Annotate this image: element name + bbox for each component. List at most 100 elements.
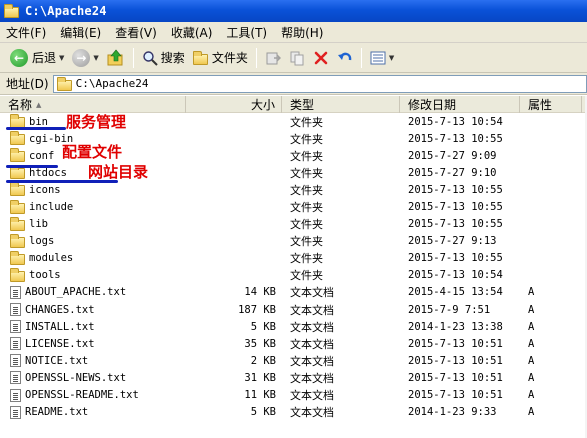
folders-icon <box>192 50 208 65</box>
search-label: 搜索 <box>160 51 185 65</box>
column-type[interactable]: 类型 <box>282 96 400 113</box>
file-row[interactable]: lib 文件夹 2015-7-13 10:55 <box>0 216 587 233</box>
file-name-cell[interactable]: OPENSSL-NEWS.txt <box>0 369 186 386</box>
file-date: 2015-7-13 10:55 <box>408 252 503 265</box>
file-type: 文件夹 <box>290 166 323 180</box>
text-file-icon <box>10 405 21 419</box>
window-title: C:\Apache24 <box>25 4 107 18</box>
folders-button[interactable]: 文件夹 <box>189 46 252 70</box>
menu-edit[interactable]: 编辑(E) <box>60 24 101 41</box>
text-file-icon <box>10 303 21 317</box>
file-row[interactable]: INSTALL.txt 5 KB 文本文档 2014-1-23 13:38 A <box>0 318 587 335</box>
file-date: 2015-7-13 10:54 <box>408 115 503 128</box>
delete-button[interactable] <box>309 46 333 70</box>
file-name: NOTICE.txt <box>25 354 89 367</box>
file-size: 11 KB <box>244 389 276 402</box>
column-attr[interactable]: 属性 <box>520 96 582 113</box>
file-name: ABOUT_APACHE.txt <box>25 286 127 299</box>
file-name: htdocs <box>29 166 67 179</box>
file-row[interactable]: CHANGES.txt 187 KB 文本文档 2015-7-9 7:51 A <box>0 301 587 318</box>
file-row[interactable]: LICENSE.txt 35 KB 文本文档 2015-7-13 10:51 A <box>0 335 587 352</box>
address-input[interactable]: C:\Apache24 <box>52 74 587 93</box>
annotation-bin: 服务管理 <box>66 113 127 131</box>
file-row[interactable]: ABOUT_APACHE.txt 14 KB 文本文档 2015-4-15 13:54… <box>0 284 587 301</box>
file-name: OPENSSL-NEWS.txt <box>25 371 127 384</box>
file-size <box>186 164 282 181</box>
file-name-cell[interactable]: icons <box>0 181 186 198</box>
folder-icon <box>10 131 25 146</box>
column-date[interactable]: 修改日期 <box>400 96 520 113</box>
file-size <box>186 130 282 147</box>
file-type: 文本文档 <box>290 406 334 420</box>
file-name-cell[interactable]: LICENSE.txt <box>0 335 186 352</box>
text-file-icon <box>10 354 21 368</box>
copy-to-button[interactable] <box>285 46 309 70</box>
file-row[interactable]: logs 文件夹 2015-7-27 9:13 <box>0 233 587 250</box>
file-attr <box>520 216 582 233</box>
file-name-cell[interactable]: include <box>0 198 186 215</box>
address-value: C:\Apache24 <box>75 77 149 90</box>
file-name: bin <box>29 115 48 128</box>
file-type: 文本文档 <box>290 337 334 351</box>
file-date: 2014-1-23 13:38 <box>408 320 503 333</box>
file-attr: A <box>528 389 535 402</box>
folder-icon <box>10 148 25 163</box>
file-row[interactable]: README.txt 5 KB 文本文档 2014-1-23 9:33 A <box>0 404 587 421</box>
move-to-button[interactable] <box>261 46 285 70</box>
file-size <box>186 216 282 233</box>
file-row[interactable]: OPENSSL-README.txt 11 KB 文本文档 2015-7-13 10:… <box>0 387 587 404</box>
file-date: 2014-1-23 9:33 <box>408 406 497 419</box>
file-type: 文件夹 <box>290 235 323 249</box>
folder-icon <box>10 165 25 180</box>
forward-button[interactable]: → ▼ <box>68 46 102 70</box>
file-row[interactable]: OPENSSL-NEWS.txt 31 KB 文本文档 2015-7-13 10:51… <box>0 369 587 386</box>
file-size <box>186 113 282 130</box>
back-button[interactable]: ← 后退 ▼ <box>6 46 68 70</box>
file-row[interactable]: NOTICE.txt 2 KB 文本文档 2015-7-13 10:51 A <box>0 352 587 369</box>
file-name-cell[interactable]: INSTALL.txt <box>0 318 186 335</box>
folder-icon <box>10 216 25 231</box>
file-type: 文本文档 <box>290 320 334 334</box>
toolbar-separator <box>132 47 134 68</box>
undo-button[interactable] <box>333 46 357 70</box>
file-name-cell[interactable]: modules <box>0 250 186 267</box>
file-attr <box>520 250 582 267</box>
file-name-cell[interactable]: CHANGES.txt <box>0 301 186 318</box>
file-row[interactable]: include 文件夹 2015-7-13 10:55 <box>0 198 587 215</box>
file-date: 2015-7-27 9:10 <box>408 166 497 179</box>
file-name-cell[interactable]: lib <box>0 216 186 233</box>
folders-label: 文件夹 <box>211 51 248 65</box>
up-folder-button[interactable] <box>103 46 129 70</box>
search-button[interactable]: 搜索 <box>138 46 189 70</box>
file-date: 2015-7-13 10:55 <box>408 218 503 231</box>
file-name: logs <box>29 235 55 248</box>
file-type: 文件夹 <box>290 149 323 163</box>
address-bar: 地址(D) C:\Apache24 <box>0 73 587 95</box>
file-name-cell[interactable]: README.txt <box>0 404 186 421</box>
file-name-cell[interactable]: OPENSSL-README.txt <box>0 387 186 404</box>
up-folder-icon <box>107 49 123 65</box>
chevron-down-icon[interactable]: ▼ <box>59 54 64 62</box>
column-size[interactable]: 大小 <box>186 96 282 113</box>
file-name: icons <box>29 183 61 196</box>
file-name: lib <box>29 218 48 231</box>
file-row[interactable]: icons 文件夹 2015-7-13 10:55 <box>0 181 587 198</box>
text-file-icon <box>10 320 21 334</box>
back-label: 后退 <box>32 51 57 65</box>
file-name-cell[interactable]: ABOUT_APACHE.txt <box>0 284 186 301</box>
file-name-cell[interactable]: logs <box>0 233 186 250</box>
menu-favorites[interactable]: 收藏(A) <box>171 24 213 41</box>
menu-tools[interactable]: 工具(T) <box>226 24 267 41</box>
file-name-cell[interactable]: tools <box>0 267 186 284</box>
menu-view[interactable]: 查看(V) <box>115 24 157 41</box>
file-row[interactable]: modules 文件夹 2015-7-13 10:55 <box>0 250 587 267</box>
file-name-cell[interactable]: NOTICE.txt <box>0 352 186 369</box>
chevron-down-icon[interactable]: ▼ <box>93 54 98 62</box>
file-row[interactable]: tools 文件夹 2015-7-13 10:54 <box>0 267 587 284</box>
chevron-down-icon[interactable]: ▼ <box>389 54 394 62</box>
file-size <box>186 250 282 267</box>
menu-file[interactable]: 文件(F) <box>6 24 46 41</box>
file-type: 文件夹 <box>290 115 323 129</box>
menu-help[interactable]: 帮助(H) <box>281 24 323 41</box>
views-button[interactable]: ▼ <box>366 46 398 70</box>
